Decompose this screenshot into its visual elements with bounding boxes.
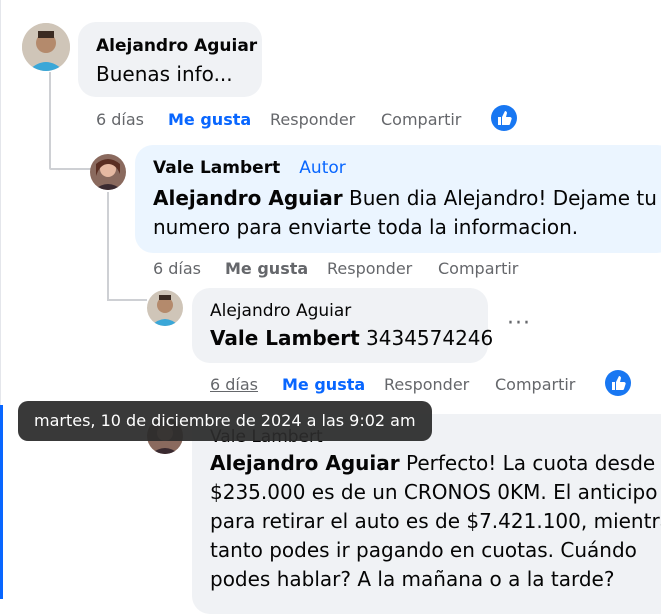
comment-bubble[interactable]: Vale Lambert Alejandro Aguiar Perfecto! … — [192, 414, 661, 614]
share-button[interactable]: Compartir — [438, 259, 518, 278]
focus-indicator — [0, 405, 3, 599]
comment-text: Buenas info... — [96, 62, 233, 86]
like-button[interactable]: Me gusta — [225, 259, 308, 278]
comment-text-line: podes hablar? A la mañana o a la tarde? — [210, 567, 615, 591]
thread-connector — [49, 168, 91, 170]
share-button[interactable]: Compartir — [381, 110, 461, 129]
mention[interactable]: Vale Lambert — [210, 326, 360, 350]
author-badge: Autor — [299, 158, 346, 178]
comment-bubble[interactable]: Alejandro Aguiar Vale Lambert 3434574246 — [192, 288, 493, 363]
thread-line — [49, 72, 51, 168]
timestamp[interactable]: 6 días — [210, 375, 258, 394]
thread-line — [107, 192, 109, 299]
comment-actions: 6 días Me gusta Responder Compartir — [96, 110, 516, 132]
comment-text: Vale Lambert 3434574246 — [210, 324, 493, 353]
avatar[interactable] — [90, 154, 126, 190]
comment-header: Vale Lambert Autor — [153, 158, 346, 178]
comment-author[interactable]: Alejandro Aguiar — [210, 301, 351, 321]
left-divider — [0, 0, 1, 405]
comment-text-line: 3434574246 — [359, 326, 494, 350]
comment-bubble[interactable]: Alejandro Aguiar Buenas info... — [78, 22, 262, 97]
comment-text: Alejandro Aguiar Buen dia Alejandro! Dej… — [153, 184, 657, 242]
timestamp[interactable]: 6 días — [96, 110, 144, 129]
avatar[interactable] — [147, 290, 183, 326]
comment-bubble[interactable]: Vale Lambert Autor Alejandro Aguiar Buen… — [135, 145, 661, 253]
avatar[interactable] — [22, 23, 70, 71]
timestamp[interactable]: 6 días — [153, 259, 201, 278]
like-button[interactable]: Me gusta — [282, 375, 365, 394]
comment-text-line: numero para enviarte toda la informacion… — [153, 215, 579, 239]
timestamp-tooltip: martes, 10 de diciembre de 2024 a las 9:… — [18, 401, 432, 441]
thumbs-up-icon[interactable] — [491, 105, 517, 131]
mention[interactable]: Alejandro Aguiar — [210, 451, 400, 475]
thread-connector — [107, 299, 147, 301]
comment-text-line: Perfecto! La cuota desde — [399, 451, 656, 475]
mention[interactable]: Alejandro Aguiar — [153, 186, 343, 210]
reply-button[interactable]: Responder — [384, 375, 469, 394]
thumbs-up-icon[interactable] — [605, 370, 631, 396]
comment-author[interactable]: Alejandro Aguiar — [96, 36, 257, 56]
reply-button[interactable]: Responder — [327, 259, 412, 278]
comment-actions: 6 días Me gusta Responder Compartir — [153, 259, 573, 281]
comment-text: Alejandro Aguiar Perfecto! La cuota desd… — [210, 449, 661, 594]
comment-text-line: para retirar el auto es de $7.421.100, m… — [210, 509, 661, 533]
comment-author[interactable]: Vale Lambert — [153, 158, 280, 178]
reply-button[interactable]: Responder — [270, 110, 355, 129]
like-button[interactable]: Me gusta — [168, 110, 251, 129]
comment-text-line: $235.000 es de un CRONOS 0KM. El anticip… — [210, 480, 658, 504]
more-options-icon[interactable]: ··· — [507, 311, 531, 336]
comment-text-line: tanto podes ir pagando en cuotas. Cuándo — [210, 538, 637, 562]
comment-text-line: Buen dia Alejandro! Dejame tu — [342, 186, 657, 210]
comment-actions: 6 días Me gusta Responder Compartir — [210, 375, 630, 397]
share-button[interactable]: Compartir — [495, 375, 575, 394]
